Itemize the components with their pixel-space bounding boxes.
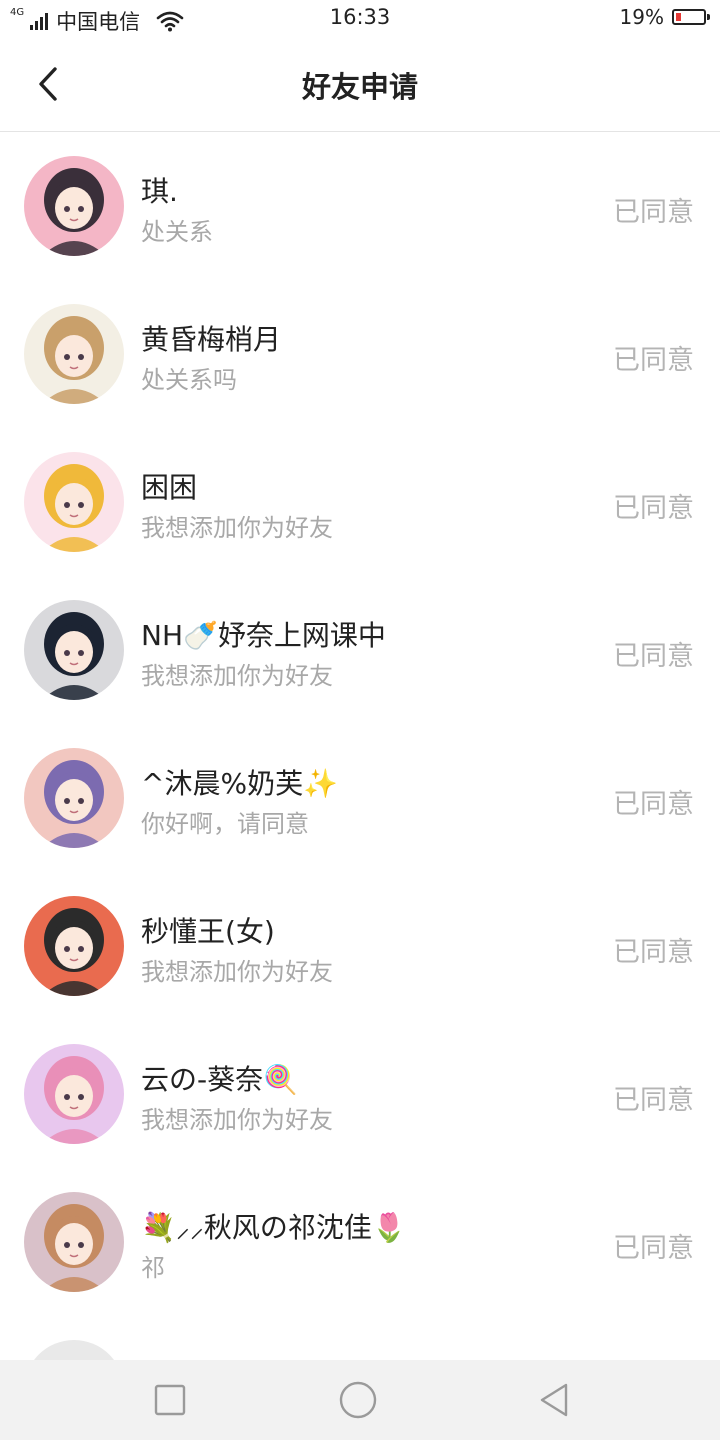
avatar-image [24,1192,124,1292]
circle-icon [339,1381,377,1419]
request-name: 困困 [141,471,198,504]
avatar[interactable] [24,304,124,404]
request-message: 我想添加你为好友 [141,958,333,986]
avatar-image [24,896,124,996]
request-message: 祁 [141,1254,165,1282]
avatar-image [24,748,124,848]
list-item[interactable]: 秒懂王(女) 我想添加你为好友 已同意 [0,872,720,1020]
list-item-partial[interactable] [0,1316,720,1360]
status-bar: 4G 中国电信 16:33 19% [0,0,720,38]
request-message: 我想添加你为好友 [141,662,333,690]
friend-request-list[interactable]: 琪. 处关系 已同意 黄昏梅梢月 处关系吗 已同意 困困 我想添加你为好友 已同… [0,132,720,1360]
avatar[interactable] [24,156,124,256]
battery-level [676,13,681,21]
status-badge: 已同意 [613,641,694,672]
status-badge: 已同意 [613,937,694,968]
request-name: 琪. [141,175,178,208]
avatar[interactable] [24,1340,124,1360]
avatar-image [24,452,124,552]
list-item[interactable]: 💐⸝⸝秋风の祁沈佳🌷 祁 已同意 [0,1168,720,1316]
status-badge: 已同意 [613,493,694,524]
avatar[interactable] [24,452,124,552]
triangle-back-icon [540,1383,568,1417]
request-message: 我想添加你为好友 [141,1106,333,1134]
avatar[interactable] [24,1192,124,1292]
status-badge: 已同意 [613,197,694,228]
battery-icon [672,9,710,25]
list-item[interactable]: 琪. 处关系 已同意 [0,132,720,280]
home-button[interactable] [338,1380,378,1420]
recent-apps-button[interactable] [150,1380,190,1420]
square-icon [154,1384,186,1416]
request-message: 处关系吗 [141,366,237,394]
request-message: 我想添加你为好友 [141,514,333,542]
avatar[interactable] [24,748,124,848]
avatar-image [24,600,124,700]
status-badge: 已同意 [613,1233,694,1264]
list-item[interactable]: ^沐晨%奶芙✨ 你好啊，请同意 已同意 [0,724,720,872]
back-nav-button[interactable] [534,1380,574,1420]
system-nav-bar [0,1360,720,1440]
request-name: 云の-葵奈🍭 [141,1063,298,1096]
avatar[interactable] [24,600,124,700]
avatar-image [24,304,124,404]
battery-percent: 19% [619,5,664,29]
page-title: 好友申请 [301,70,418,104]
request-name: 秒懂王(女) [141,915,275,948]
request-name: ^沐晨%奶芙✨ [141,767,338,800]
request-message: 处关系 [141,218,213,246]
request-name: NH🍼妤奈上网课中 [141,619,386,652]
status-badge: 已同意 [613,345,694,376]
request-message: 你好啊，请同意 [141,810,309,838]
list-item[interactable]: 困困 我想添加你为好友 已同意 [0,428,720,576]
page-header: 好友申请 [0,38,720,132]
list-item[interactable]: 黄昏梅梢月 处关系吗 已同意 [0,280,720,428]
status-badge: 已同意 [613,789,694,820]
avatar[interactable] [24,1044,124,1144]
list-item[interactable]: NH🍼妤奈上网课中 我想添加你为好友 已同意 [0,576,720,724]
avatar-image [24,1044,124,1144]
request-name: 黄昏梅梢月 [141,323,282,356]
avatar[interactable] [24,896,124,996]
avatar-image [24,156,124,256]
clock: 16:33 [329,5,391,29]
status-badge: 已同意 [613,1085,694,1116]
request-name: 💐⸝⸝秋风の祁沈佳🌷 [141,1211,407,1244]
list-item[interactable]: 云の-葵奈🍭 我想添加你为好友 已同意 [0,1020,720,1168]
status-right: 19% [619,5,710,29]
